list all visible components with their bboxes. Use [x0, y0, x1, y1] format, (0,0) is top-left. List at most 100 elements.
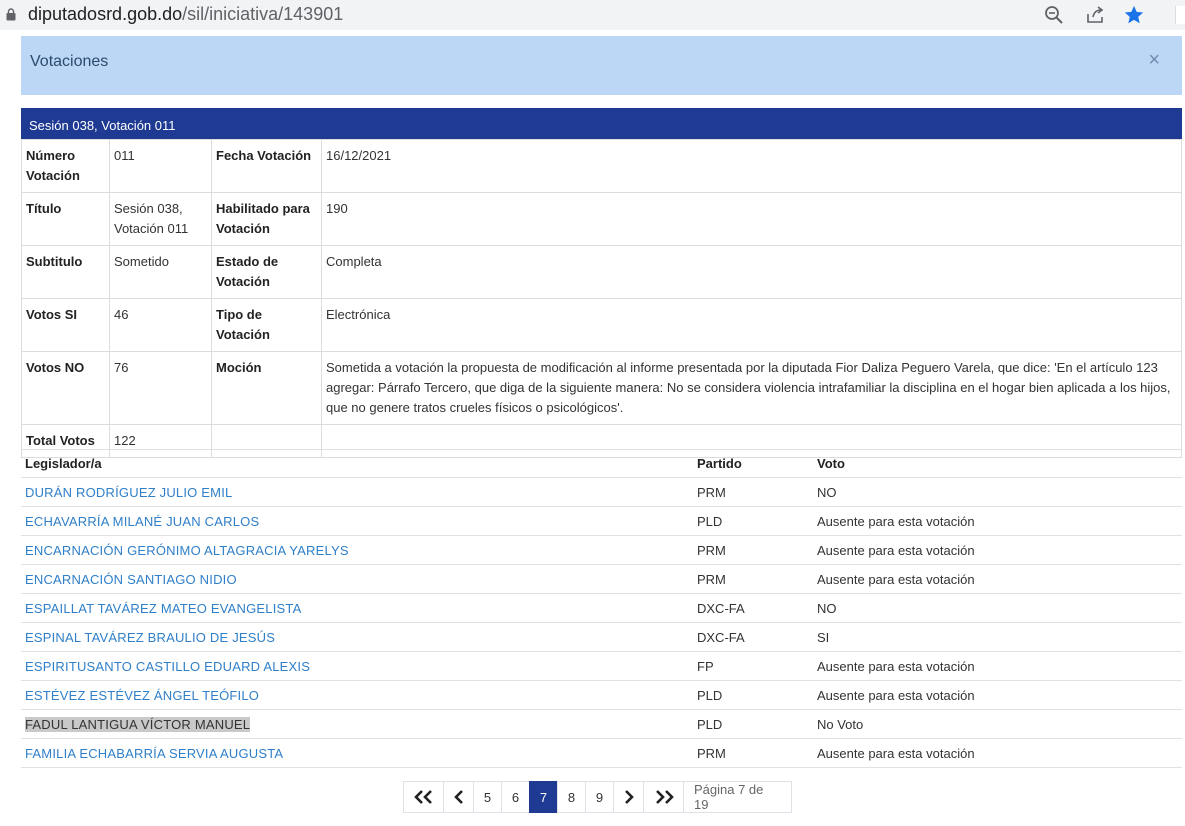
details-row: Título Sesión 038, Votación 011 Habilita…	[21, 192, 1182, 246]
vote-cell: Ausente para esta votación	[817, 542, 975, 558]
legislator-link[interactable]: ENCARNACIÓN GERÓNIMO ALTAGRACIA YARELYS	[25, 543, 349, 558]
party-cell: PRM	[697, 484, 726, 500]
legislator-link[interactable]: ESPIRITUSANTO CASTILLO EDUARD ALEXIS	[25, 659, 310, 674]
table-row: FADUL LANTIGUA VÍCTOR MANUEL PLD No Voto	[21, 710, 1182, 739]
party-cell: PLD	[697, 687, 723, 703]
legislator-cell: FAMILIA ECHABARRÍA SERVIA AUGUSTA	[21, 746, 693, 761]
details-row: Número Votación 011 Fecha Votación 16/12…	[21, 139, 1182, 193]
votes-table: Legislador/a Partido Voto DURÁN RODRÍGUE…	[21, 449, 1182, 768]
legislator-cell: ESTÉVEZ ESTÉVEZ ÁNGEL TEÓFILO	[21, 688, 693, 703]
page-info: Página 7 de 19	[683, 781, 792, 813]
estado-value: Completa	[321, 245, 1182, 299]
titulo-value: Sesión 038, Votación 011	[109, 192, 212, 246]
legislator-link[interactable]: ESPINAL TAVÁREZ BRAULIO DE JESÚS	[25, 630, 275, 645]
table-row: ECHAVARRÍA MILANÉ JUAN CARLOS PLD Ausente …	[21, 507, 1182, 536]
prev-page-icon[interactable]	[443, 781, 474, 813]
vote-cell: NO	[817, 484, 837, 500]
legislator-link[interactable]: ESPAILLAT TAVÁREZ MATEO EVANGELISTA	[25, 601, 301, 616]
page-9-button[interactable]: 9	[585, 781, 614, 813]
page-5-button[interactable]: 5	[473, 781, 502, 813]
vote-details-table: Número Votación 011 Fecha Votación 16/12…	[21, 139, 1182, 458]
header-legislador: Legislador/a	[25, 456, 102, 471]
habilitado-label: Habilitado para Votación	[211, 192, 322, 246]
party-cell: PLD	[697, 716, 723, 732]
vote-cell: NO	[817, 600, 837, 616]
vote-cell: Ausente para esta votación	[817, 658, 975, 674]
zoom-icon[interactable]	[1043, 4, 1065, 26]
table-row: FAMILIA ECHABARRÍA SERVIA AUGUSTA PRM Ause…	[21, 739, 1182, 768]
first-page-icon[interactable]	[403, 781, 444, 813]
close-icon[interactable]: ×	[1148, 50, 1160, 70]
legislator-cell: ESPAILLAT TAVÁREZ MATEO EVANGELISTA	[21, 601, 693, 616]
extension-icon[interactable]	[1175, 6, 1185, 24]
legislator-link[interactable]: ECHAVARRÍA MILANÉ JUAN CARLOS	[25, 514, 259, 529]
legislator-link[interactable]: DURÁN RODRÍGUEZ JULIO EMIL	[25, 485, 232, 500]
legislator-link[interactable]: FAMILIA ECHABARRÍA SERVIA AUGUSTA	[25, 746, 283, 761]
legislator-cell: ESPIRITUSANTO CASTILLO EDUARD ALEXIS	[21, 659, 693, 674]
last-page-icon[interactable]	[643, 781, 684, 813]
legislator-cell: FADUL LANTIGUA VÍCTOR MANUEL	[21, 716, 693, 732]
legislator-cell: ECHAVARRÍA MILANÉ JUAN CARLOS	[21, 514, 693, 529]
party-cell: PRM	[697, 745, 726, 761]
header-partido: Partido	[697, 456, 742, 471]
party-cell: PRM	[697, 571, 726, 587]
browser-address-bar: diputadosrd.gob.do/sil/iniciativa/143901	[0, 0, 1185, 30]
table-row: ESPAILLAT TAVÁREZ MATEO EVANGELISTA DXC-F…	[21, 594, 1182, 623]
page-6-button[interactable]: 6	[501, 781, 530, 813]
estado-label: Estado de Votación	[211, 245, 322, 299]
numero-votacion-value: 011	[109, 139, 212, 193]
details-row: Votos NO 76 Moción Sometida a votación l…	[21, 351, 1182, 425]
tipo-label: Tipo de Votación	[211, 298, 322, 352]
table-row: ESTÉVEZ ESTÉVEZ ÁNGEL TEÓFILO PLD Ausente …	[21, 681, 1182, 710]
mocion-value: Sometida a votación la propuesta de modi…	[321, 351, 1182, 425]
modal-header: Votaciones ×	[21, 36, 1182, 95]
next-page-icon[interactable]	[613, 781, 644, 813]
url-host: diputadosrd.gob.do	[28, 4, 183, 24]
lock-icon	[6, 8, 16, 21]
fecha-votacion-value: 16/12/2021	[321, 139, 1182, 193]
session-title-bar: Sesión 038, Votación 011	[21, 108, 1182, 139]
url-path: /sil/iniciativa/143901	[182, 4, 344, 24]
vote-cell: Ausente para esta votación	[817, 687, 975, 703]
numero-votacion-label: Número Votación	[21, 139, 110, 193]
header-voto: Voto	[817, 456, 845, 471]
url-field[interactable]: diputadosrd.gob.do/sil/iniciativa/143901	[28, 4, 343, 25]
page-8-button[interactable]: 8	[557, 781, 586, 813]
titulo-label: Título	[21, 192, 110, 246]
party-cell: DXC-FA	[697, 629, 745, 645]
subtitulo-label: Subtitulo	[21, 245, 110, 299]
vote-cell: Ausente para esta votación	[817, 745, 975, 761]
habilitado-value: 190	[321, 192, 1182, 246]
party-cell: PRM	[697, 542, 726, 558]
table-row: DURÁN RODRÍGUEZ JULIO EMIL PRM NO	[21, 478, 1182, 507]
star-icon[interactable]	[1123, 4, 1145, 26]
legislator-link[interactable]: FADUL LANTIGUA VÍCTOR MANUEL	[25, 716, 251, 732]
page-7-button[interactable]: 7	[529, 781, 558, 813]
legislator-cell: ENCARNACIÓN SANTIAGO NIDIO	[21, 572, 693, 587]
votos-si-value: 46	[109, 298, 212, 352]
votos-si-label: Votos SI	[21, 298, 110, 352]
party-cell: FP	[697, 658, 714, 674]
modal-title: Votaciones	[30, 53, 109, 70]
fecha-votacion-label: Fecha Votación	[211, 139, 322, 193]
vote-cell: Ausente para esta votación	[817, 571, 975, 587]
legislator-cell: ESPINAL TAVÁREZ BRAULIO DE JESÚS	[21, 630, 693, 645]
legislator-link[interactable]: ESTÉVEZ ESTÉVEZ ÁNGEL TEÓFILO	[25, 688, 259, 703]
table-row: ESPIRITUSANTO CASTILLO EDUARD ALEXIS FP Au…	[21, 652, 1182, 681]
vote-cell: SI	[817, 629, 830, 645]
legislator-link[interactable]: ENCARNACIÓN SANTIAGO NIDIO	[25, 572, 237, 587]
vote-cell: No Voto	[817, 716, 864, 732]
table-row: ESPINAL TAVÁREZ BRAULIO DE JESÚS DXC-FA SI	[21, 623, 1182, 652]
table-row: ENCARNACIÓN GERÓNIMO ALTAGRACIA YARELYS P…	[21, 536, 1182, 565]
table-row: ENCARNACIÓN SANTIAGO NIDIO PRM Ausente par…	[21, 565, 1182, 594]
votes-table-header: Legislador/a Partido Voto	[21, 449, 1182, 478]
tipo-value: Electrónica	[321, 298, 1182, 352]
votos-no-label: Votos NO	[21, 351, 110, 425]
mocion-label: Moción	[211, 351, 322, 425]
details-row: Subtitulo Sometido Estado de Votación Co…	[21, 245, 1182, 299]
party-cell: PLD	[697, 513, 723, 529]
party-cell: DXC-FA	[697, 600, 745, 616]
share-icon[interactable]	[1084, 4, 1106, 26]
details-row: Votos SI 46 Tipo de Votación Electrónica	[21, 298, 1182, 352]
vote-cell: Ausente para esta votación	[817, 513, 975, 529]
